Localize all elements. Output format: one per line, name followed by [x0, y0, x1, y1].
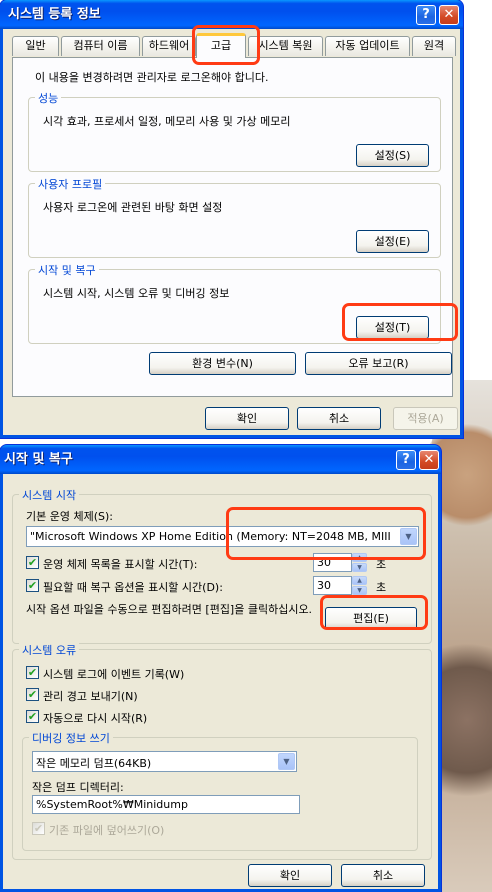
admin-note: 이 내용을 변경하려면 관리자로 로그온해야 합니다. [35, 71, 269, 84]
show-recovery-label: 필요할 때 복구 옵션을 표시할 시간(D): [43, 581, 223, 594]
system-properties-window: 시스템 등록 정보 ? ✕ 일반 컴퓨터 이름 하드웨어 고급 시스템 복원 자… [0, 0, 463, 438]
show-recovery-checkbox[interactable]: ✔ [26, 579, 39, 592]
help-button[interactable]: ? [416, 5, 436, 25]
auto-restart-checkbox[interactable]: ✔ [26, 710, 39, 723]
cancel-button[interactable]: 취소 [297, 407, 381, 430]
tab-label: 원격 [423, 39, 445, 52]
title-bar[interactable]: 시스템 등록 정보 ? ✕ [0, 0, 463, 29]
tab-system-restore[interactable]: 시스템 복원 [248, 36, 323, 56]
performance-group: 성능 시각 효과, 프로세서 일정, 메모리 사용 및 가상 메모리 설정(S) [28, 90, 441, 172]
tab-label: 고급 [210, 39, 232, 52]
user-profiles-description: 사용자 로그온에 관련된 바탕 화면 설정 [43, 201, 223, 214]
startup-recovery-group: 시작 및 복구 시스템 시작, 시스템 오류 및 디버깅 정보 설정(T) [28, 262, 441, 344]
default-os-select[interactable]: "Microsoft Windows XP Home Edition (Memo… [26, 526, 419, 547]
debug-info-legend: 디버깅 정보 쓰기 [29, 730, 113, 746]
dialog-client-area: 일반 컴퓨터 이름 하드웨어 고급 시스템 복원 자동 업데이트 원격 이 내용… [3, 29, 460, 435]
seconds-unit-label: 초 [376, 581, 387, 594]
tab-label: 일반 [25, 39, 46, 52]
ok-button[interactable]: 확인 [248, 864, 332, 887]
background-photo-detail [432, 620, 492, 820]
tab-hardware[interactable]: 하드웨어 [142, 36, 196, 56]
window-title: 시작 및 복구 [4, 452, 73, 467]
spin-down-icon[interactable]: ▼ [352, 586, 367, 595]
debug-info-group: 디버깅 정보 쓰기 작은 메모리 덤프(64KB) ▼ 작은 덤프 디렉터리: … [22, 730, 418, 851]
auto-restart-label: 자동으로 다시 시작(R) [43, 712, 148, 725]
startup-recovery-window: 시작 및 복구 ? ✕ 시스템 시작 기본 운영 체제(S): "Microso… [0, 445, 441, 892]
overwrite-checkbox[interactable]: ✔ [32, 822, 45, 835]
tab-automatic-updates[interactable]: 자동 업데이트 [325, 36, 410, 56]
show-os-list-spinner[interactable]: ▲ ▼ [352, 553, 367, 572]
startup-recovery-legend: 시작 및 복구 [35, 262, 99, 278]
close-button[interactable]: ✕ [419, 450, 439, 470]
performance-legend: 성능 [35, 90, 62, 106]
overwrite-label: 기존 파일에 덮어쓰기(O) [49, 824, 165, 837]
show-os-list-label: 운영 체제 목록을 표시할 시간(T): [43, 558, 198, 571]
edit-button[interactable]: 편집(E) [325, 607, 417, 630]
performance-settings-button[interactable]: 설정(S) [356, 144, 429, 167]
send-alert-checkbox[interactable]: ✔ [26, 688, 39, 701]
edit-note: 시작 옵션 파일을 수동으로 편집하려면 [편집]을 클릭하십시오. [26, 603, 313, 616]
system-failure-group: 시스템 오류 ✔ 시스템 로그에 이벤트 기록(W) ✔ 관리 경고 보내기(N… [12, 642, 432, 860]
startup-recovery-settings-button[interactable]: 설정(T) [356, 316, 429, 339]
dump-dir-input[interactable]: %SystemRoot%₩Minidump [32, 795, 300, 814]
dump-type-select[interactable]: 작은 메모리 덤프(64KB) ▼ [32, 751, 297, 772]
error-reporting-button[interactable]: 오류 보고(R) [305, 352, 452, 375]
startup-recovery-description: 시스템 시작, 시스템 오류 및 디버깅 정보 [43, 287, 230, 300]
spin-down-icon[interactable]: ▼ [352, 563, 367, 572]
tab-label: 자동 업데이트 [335, 39, 400, 52]
tab-advanced[interactable]: 고급 [196, 33, 246, 58]
show-recovery-seconds-input[interactable]: 30 [313, 576, 352, 595]
close-button[interactable]: ✕ [439, 5, 459, 25]
spin-up-icon[interactable]: ▲ [352, 553, 367, 562]
show-recovery-spinner[interactable]: ▲ ▼ [352, 576, 367, 595]
title-bar[interactable]: 시작 및 복구 ? ✕ [0, 445, 441, 474]
tab-general[interactable]: 일반 [12, 36, 59, 56]
tab-label: 컴퓨터 이름 [73, 39, 128, 52]
user-profiles-legend: 사용자 프로필 [35, 176, 106, 192]
write-event-checkbox[interactable]: ✔ [26, 666, 39, 679]
window-title: 시스템 등록 정보 [8, 7, 101, 22]
send-alert-label: 관리 경고 보내기(N) [43, 690, 138, 703]
spin-up-icon[interactable]: ▲ [352, 576, 367, 585]
cancel-button[interactable]: 취소 [341, 864, 425, 887]
tab-label: 시스템 복원 [258, 39, 313, 52]
help-button[interactable]: ? [396, 450, 416, 470]
ok-button[interactable]: 확인 [205, 407, 289, 430]
system-startup-legend: 시스템 시작 [19, 487, 80, 503]
performance-description: 시각 효과, 프로세서 일정, 메모리 사용 및 가상 메모리 [43, 115, 291, 128]
system-failure-legend: 시스템 오류 [19, 642, 80, 658]
tab-label: 하드웨어 [148, 39, 190, 52]
environment-variables-button[interactable]: 환경 변수(N) [149, 352, 296, 375]
show-os-list-seconds-input[interactable]: 30 [313, 553, 352, 572]
tab-computer-name[interactable]: 컴퓨터 이름 [61, 36, 140, 56]
dialog-client-area: 시스템 시작 기본 운영 체제(S): "Microsoft Windows X… [3, 474, 438, 889]
default-os-label: 기본 운영 체제(S): [26, 510, 113, 523]
chevron-down-icon[interactable]: ▼ [278, 753, 295, 770]
dump-dir-label: 작은 덤프 디렉터리: [32, 781, 124, 794]
user-profiles-group: 사용자 프로필 사용자 로그온에 관련된 바탕 화면 설정 설정(E) [28, 176, 441, 258]
tab-remote[interactable]: 원격 [412, 36, 456, 56]
user-profiles-settings-button[interactable]: 설정(E) [356, 230, 429, 253]
advanced-tab-panel: 이 내용을 변경하려면 관리자로 로그온해야 합니다. 성능 시각 효과, 프로… [12, 57, 453, 397]
default-os-value: "Microsoft Windows XP Home Edition (Memo… [30, 530, 391, 543]
system-startup-group: 시스템 시작 기본 운영 체제(S): "Microsoft Windows X… [12, 487, 432, 644]
write-event-label: 시스템 로그에 이벤트 기록(W) [43, 668, 185, 681]
dump-type-value: 작은 메모리 덤프(64KB) [36, 757, 152, 770]
show-os-list-checkbox[interactable]: ✔ [26, 556, 39, 569]
chevron-down-icon[interactable]: ▼ [400, 528, 417, 545]
apply-button[interactable]: 적용(A) [393, 407, 458, 430]
seconds-unit-label: 초 [376, 558, 387, 571]
